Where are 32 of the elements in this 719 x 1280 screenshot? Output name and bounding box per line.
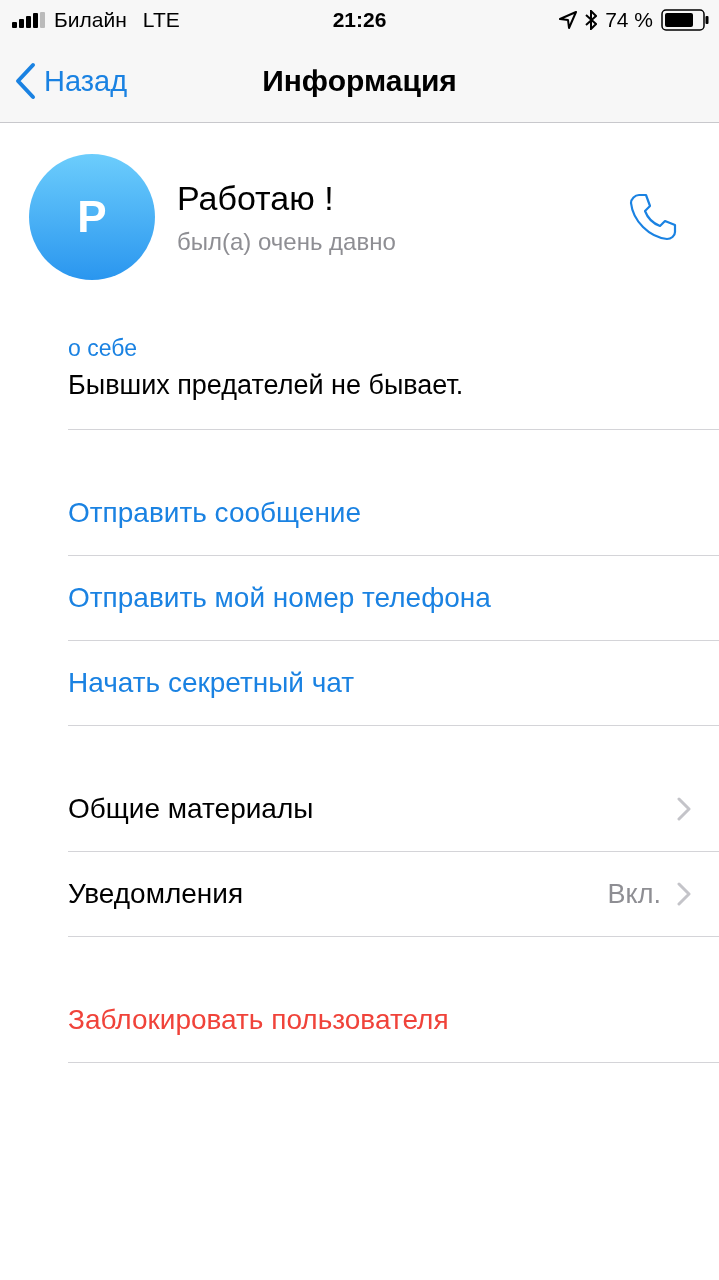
list-row[interactable]: Отправить мой номер телефона	[68, 556, 719, 641]
about-text: Бывших предателей не бывает.	[68, 370, 465, 401]
battery-icon	[661, 9, 709, 31]
list-row[interactable]: Уведомления Вкл.	[68, 852, 719, 937]
back-button[interactable]: Назад	[0, 62, 128, 100]
row-label: Общие материалы	[68, 793, 315, 825]
row-label: Уведомления	[68, 878, 245, 910]
row-label: Отправить мой номер телефона	[68, 582, 492, 614]
row-label: Заблокировать пользователя	[68, 1004, 450, 1036]
signal-icon	[12, 12, 46, 28]
list-row[interactable]: Заблокировать пользователя	[68, 978, 719, 1063]
avatar: P	[29, 154, 155, 280]
list-row[interactable]: Общие материалы	[68, 767, 719, 852]
back-chevron-icon	[14, 62, 36, 100]
list-row[interactable]: Отправить сообщение	[68, 471, 719, 556]
screen-title: Информация	[262, 64, 457, 98]
battery-percent: 74 %	[605, 8, 653, 32]
contact-name: Работаю !	[177, 178, 335, 218]
last-seen: был(а) очень давно	[177, 227, 397, 256]
phone-icon[interactable]	[627, 191, 679, 243]
chevron-icon	[677, 882, 691, 906]
row-value: Вкл.	[607, 878, 661, 910]
row-label: Начать секретный чат	[68, 667, 356, 699]
bluetooth-icon	[585, 10, 598, 30]
list-row[interactable]: Начать секретный чат	[68, 641, 719, 726]
carrier-name: Билайн	[54, 8, 127, 32]
location-icon	[559, 11, 578, 29]
chevron-icon	[677, 797, 691, 821]
clock: 21:26	[332, 8, 387, 32]
network-type: LTE	[142, 8, 180, 32]
row-label: Отправить сообщение	[68, 497, 363, 529]
about-label: о себе	[68, 335, 138, 362]
